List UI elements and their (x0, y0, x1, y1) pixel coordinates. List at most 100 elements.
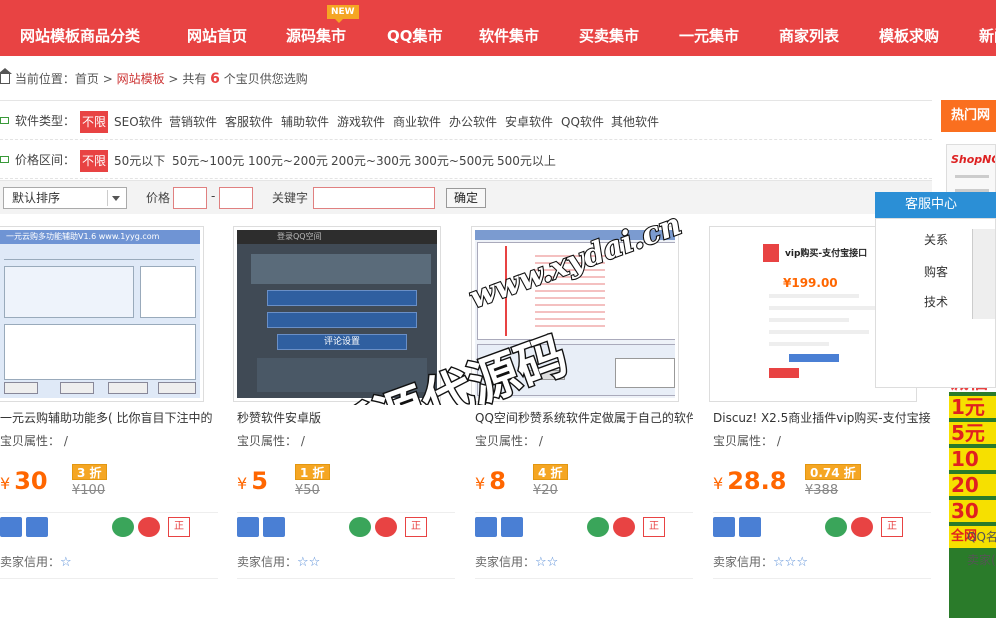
breadcrumb: 当前位置：首页 > 网站模板 > 共有 6 个宝贝供您选购 (0, 68, 308, 88)
filter-option[interactable]: 游戏软件 (337, 111, 385, 133)
customer-service-header[interactable]: 客服中心 (875, 192, 996, 218)
hot-sites-header: 热门网 (941, 100, 996, 132)
nav-qq[interactable]: QQ集市 (387, 0, 443, 56)
kf-item[interactable]: 技术 (924, 293, 948, 310)
product-badges: 正 (713, 512, 931, 538)
product-card[interactable]: 一元云购多功能辅助V1.6 www.1yyg.com 一元云购辅助功能多( 比你… (0, 226, 222, 588)
nav-home[interactable]: 网站首页 (187, 0, 247, 56)
filter-option[interactable]: QQ软件 (561, 111, 604, 133)
star-icon: ☆ (60, 555, 72, 570)
seven-day-icon (138, 517, 160, 537)
product-badges: 正 (475, 512, 693, 538)
product-attr: 宝贝属性： / (237, 434, 305, 448)
filter-option[interactable]: 辅助软件 (281, 111, 329, 133)
filter-option[interactable]: 客服软件 (225, 111, 273, 133)
result-count: 6 (210, 71, 220, 87)
top-nav: 网站模板商品分类 网站首页 源码集市 QQ集市 软件集市 买卖集市 一元集市 商… (0, 0, 996, 56)
price-label: 价格 (146, 191, 171, 205)
breadcrumb-sep: > (102, 72, 113, 86)
consumer-guarantee-icon (0, 517, 22, 537)
kf-item[interactable]: 关系 (924, 231, 948, 248)
kf-item[interactable]: 购客 (924, 263, 948, 280)
seller-credit: 卖家信用：☆☆☆ (713, 555, 808, 570)
filter-option[interactable]: 商业软件 (393, 111, 441, 133)
nav-one-yuan[interactable]: 一元集市 (679, 0, 739, 56)
filter-label: 价格区间： (0, 151, 75, 169)
nav-category[interactable]: 网站模板商品分类 (20, 0, 140, 56)
banner-line: 5元 (949, 422, 996, 444)
seller-credit: 卖家信用：☆ (0, 555, 72, 570)
seller-label: 卖家( (967, 553, 996, 567)
original-price: ¥388 (805, 483, 839, 498)
filter-option[interactable]: SEO软件 (114, 111, 163, 133)
genuine-icon: 正 (881, 517, 903, 537)
filter-icon (0, 156, 9, 163)
product-title[interactable]: 秒赞软件安卓版 (237, 409, 455, 427)
filter-option[interactable]: 100元~200元 (248, 150, 328, 172)
consumer-guarantee-icon (237, 517, 259, 537)
breadcrumb-category-link[interactable]: 网站模板 (117, 72, 165, 86)
filter-option[interactable]: 安卓软件 (505, 111, 553, 133)
nav-wanted[interactable]: 模板求购 (879, 0, 939, 56)
keyword-label: 关键字 (272, 191, 309, 205)
card-divider (237, 578, 455, 588)
breadcrumb-home-link[interactable]: 首页 (75, 72, 99, 86)
filter-option[interactable]: 其他软件 (611, 111, 659, 133)
seven-day-icon (375, 517, 397, 537)
product-attr: 宝贝属性： / (713, 434, 781, 448)
product-title[interactable]: Discuz! X2.5商业插件vip购买-支付宝接口 (713, 409, 931, 427)
filter-option[interactable]: 不限 (80, 150, 109, 172)
genuine-icon: 正 (405, 517, 427, 537)
product-card[interactable]: QQ空间秒赞系统软件定做属于自己的软件 宝贝属性： / ¥8 4 折 ¥20 正… (471, 226, 697, 588)
original-price: ¥20 (533, 483, 558, 498)
consumer-guarantee-icon (713, 517, 735, 537)
filter-option[interactable]: 营销软件 (169, 111, 217, 133)
star-icon: ☆☆ (297, 555, 321, 570)
verified-seller-icon (739, 517, 761, 537)
sort-select[interactable]: 默认排序 (3, 187, 127, 209)
product-badges: 正 (0, 512, 218, 538)
product-thumbnail[interactable]: 一元云购多功能辅助V1.6 www.1yyg.com (0, 226, 204, 402)
product-title[interactable]: 一元云购辅助功能多( 比你盲目下注中的 (0, 409, 218, 427)
nav-trade[interactable]: 买卖集市 (579, 0, 639, 56)
product-price: ¥30 (0, 467, 48, 495)
nav-news[interactable]: 新闻 (979, 0, 996, 56)
filter-option[interactable]: 500元以上 (497, 150, 556, 172)
thumb-button: 评论设置 (277, 334, 407, 350)
kf-image (972, 229, 995, 319)
nav-sellers[interactable]: 商家列表 (779, 0, 839, 56)
filter-option[interactable]: 200元~300元 (331, 150, 411, 172)
price-dash: - (211, 189, 216, 203)
keyword-input[interactable] (313, 187, 435, 209)
product-price: ¥28.8 (713, 467, 787, 495)
banner-line: 30 (949, 500, 996, 522)
card-divider (0, 578, 218, 588)
product-badges: 正 (237, 512, 455, 538)
price-min-input[interactable] (173, 187, 207, 209)
filter-option[interactable]: 不限 (80, 111, 109, 133)
product-card[interactable]: 登录QQ空间 评论设置 秒赞软件安卓版 宝贝属性： / ¥5 1 折 ¥50 正… (233, 226, 459, 588)
consumer-guarantee-icon (475, 517, 497, 537)
confirm-button[interactable]: 确定 (446, 188, 486, 208)
filter-option[interactable]: 300元~500元 (414, 150, 494, 172)
nav-software[interactable]: 软件集市 (479, 0, 539, 56)
product-title[interactable]: QQ空间秒赞系统软件定做属于自己的软件 (475, 409, 693, 427)
filter-option[interactable]: 50元以下 (114, 150, 165, 172)
payment-icon (112, 517, 134, 537)
payment-icon (825, 517, 847, 537)
verified-seller-icon (26, 517, 48, 537)
ad-banner[interactable]: 诚信 1元 5元 10 20 30 全网 (949, 370, 996, 618)
payment-icon (587, 517, 609, 537)
payment-icon (349, 517, 371, 537)
banner-line: 1元 (949, 396, 996, 418)
star-icon: ☆☆☆ (773, 555, 808, 570)
discount-badge: 0.74 折 (805, 464, 861, 480)
product-thumbnail[interactable] (471, 226, 679, 402)
product-price: ¥8 (475, 467, 506, 495)
price-max-input[interactable] (219, 187, 253, 209)
filter-option[interactable]: 办公软件 (449, 111, 497, 133)
product-thumbnail[interactable]: 登录QQ空间 评论设置 (233, 226, 441, 402)
filter-option[interactable]: 50元~100元 (172, 150, 244, 172)
banner-line: 10 (949, 448, 996, 470)
new-badge: NEW (327, 5, 359, 23)
